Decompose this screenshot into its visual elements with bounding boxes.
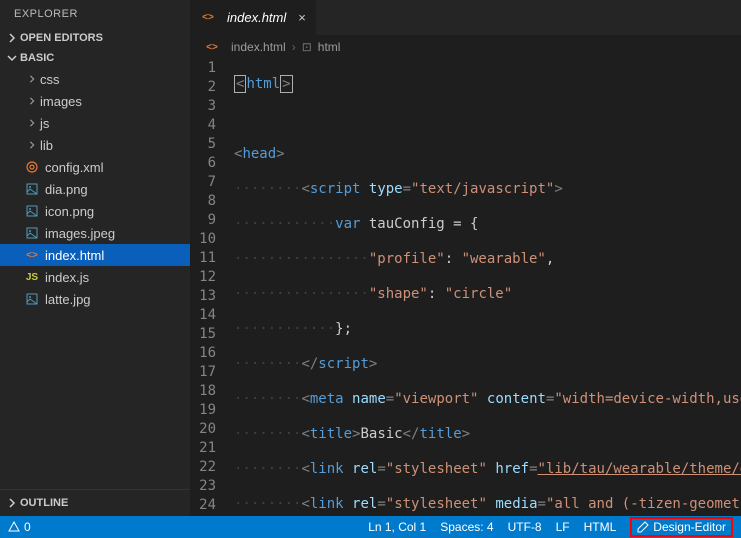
explorer-sidebar: EXPLORER OPEN EDITORS BASIC css images j… xyxy=(0,0,190,516)
chevron-right-icon xyxy=(24,115,40,131)
outline-section[interactable]: OUTLINE xyxy=(0,489,190,516)
file-dia[interactable]: dia.png xyxy=(0,178,190,200)
tree-label: config.xml xyxy=(45,160,104,175)
file-latte[interactable]: latte.jpg xyxy=(0,288,190,310)
code-content[interactable]: <html> <head> ········<script type="text… xyxy=(234,59,741,516)
editor-area: <> index.html × <> index.html › ⊡ html 1… xyxy=(190,0,741,516)
chevron-right-icon xyxy=(24,93,40,109)
breadcrumb[interactable]: <> index.html › ⊡ html xyxy=(190,35,741,59)
code-editor[interactable]: 123456789101112131415161718192021222324 … xyxy=(190,59,741,516)
image-file-icon xyxy=(24,203,40,219)
status-position[interactable]: Ln 1, Col 1 xyxy=(368,520,426,534)
chevron-right-icon xyxy=(4,495,20,511)
tree-label: latte.jpg xyxy=(45,292,91,307)
chevron-right-icon xyxy=(4,30,20,46)
project-section[interactable]: BASIC xyxy=(0,48,190,68)
chevron-right-icon xyxy=(24,71,40,87)
tree-label: images.jpeg xyxy=(45,226,115,241)
chevron-down-icon xyxy=(4,50,20,66)
tree-label: images xyxy=(40,94,82,109)
tree-label: js xyxy=(40,116,49,131)
line-gutter: 123456789101112131415161718192021222324 xyxy=(190,59,234,516)
status-problems[interactable]: 0 xyxy=(8,520,31,534)
explorer-title: EXPLORER xyxy=(0,0,190,28)
image-file-icon xyxy=(24,181,40,197)
brackets-icon: ⊡ xyxy=(302,40,312,54)
file-icon[interactable]: icon.png xyxy=(0,200,190,222)
tree-label: dia.png xyxy=(45,182,88,197)
close-icon[interactable]: × xyxy=(298,10,306,25)
folder-js[interactable]: js xyxy=(0,112,190,134)
chevron-right-icon xyxy=(24,137,40,153)
html-file-icon: <> xyxy=(204,39,220,55)
tree-label: css xyxy=(40,72,60,87)
chevron-right-icon: › xyxy=(292,40,296,54)
image-file-icon xyxy=(24,291,40,307)
tab-label: index.html xyxy=(227,10,286,25)
status-language[interactable]: HTML xyxy=(584,520,617,534)
tree-label: index.js xyxy=(45,270,89,285)
html-file-icon: <> xyxy=(24,247,40,263)
crumb-node: html xyxy=(318,40,341,54)
folder-lib[interactable]: lib xyxy=(0,134,190,156)
editor-tabs: <> index.html × xyxy=(190,0,741,35)
file-indexhtml[interactable]: <> index.html xyxy=(0,244,190,266)
file-config[interactable]: config.xml xyxy=(0,156,190,178)
outline-label: OUTLINE xyxy=(20,497,68,509)
image-file-icon xyxy=(24,225,40,241)
warning-icon xyxy=(8,521,20,533)
tree-label: lib xyxy=(40,138,53,153)
design-editor-button[interactable]: Design-Editor xyxy=(630,517,733,537)
project-label: BASIC xyxy=(20,52,54,64)
crumb-file: index.html xyxy=(231,40,286,54)
tab-indexhtml[interactable]: <> index.html × xyxy=(190,0,317,35)
file-tree: css images js lib config.xml dia.png ico… xyxy=(0,68,190,489)
status-encoding[interactable]: UTF-8 xyxy=(508,520,542,534)
html-file-icon: <> xyxy=(200,10,216,26)
problems-count: 0 xyxy=(24,520,31,534)
status-spaces[interactable]: Spaces: 4 xyxy=(440,520,493,534)
status-bar: 0 Ln 1, Col 1 Spaces: 4 UTF-8 LF HTML De… xyxy=(0,516,741,538)
folder-css[interactable]: css xyxy=(0,68,190,90)
tree-label: index.html xyxy=(45,248,104,263)
folder-images[interactable]: images xyxy=(0,90,190,112)
file-imagesjpeg[interactable]: images.jpeg xyxy=(0,222,190,244)
edit-icon xyxy=(637,521,649,533)
open-editors-label: OPEN EDITORS xyxy=(20,32,103,44)
js-file-icon: JS xyxy=(24,269,40,285)
tree-label: icon.png xyxy=(45,204,94,219)
status-eol[interactable]: LF xyxy=(556,520,570,534)
file-indexjs[interactable]: JS index.js xyxy=(0,266,190,288)
open-editors-section[interactable]: OPEN EDITORS xyxy=(0,28,190,48)
xml-file-icon xyxy=(24,159,40,175)
